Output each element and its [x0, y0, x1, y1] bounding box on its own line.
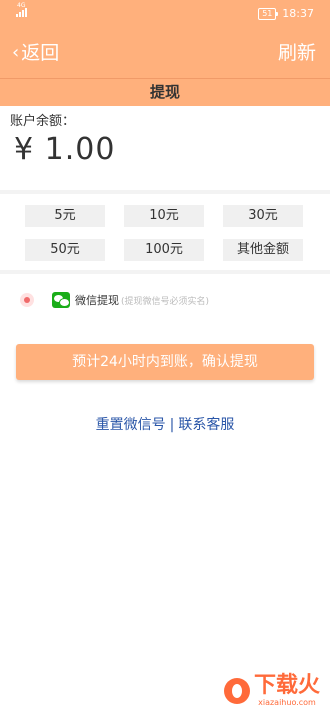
section-divider: [0, 190, 330, 194]
refresh-button[interactable]: 刷新: [278, 41, 316, 65]
section-divider: [0, 270, 330, 274]
amount-options: 5元 10元 30元 50元 100元 其他金额: [25, 205, 305, 261]
chevron-left-icon: ‹: [12, 42, 20, 63]
wechat-icon: [52, 292, 70, 308]
balance-value: ¥ 1.00: [14, 132, 116, 167]
balance-label: 账户余额：: [10, 114, 76, 129]
withdraw-page: 4G 51 18:37 ‹ 返回 刷新 提现 账户余额： ¥ 1.00 5元 1…: [0, 0, 330, 715]
battery-icon: 51: [258, 7, 279, 20]
reset-wechat-link[interactable]: 重置微信号: [96, 417, 166, 433]
flame-logo-icon: [223, 678, 250, 704]
amount-option-100[interactable]: 100元: [124, 239, 204, 261]
watermark: 下载火 xiazaihuo.com: [223, 673, 320, 707]
back-label: 返回: [21, 42, 60, 64]
status-time: 18:37: [282, 7, 314, 20]
footer-links: 重置微信号 | 联系客服: [0, 414, 330, 434]
link-separator: |: [169, 417, 175, 433]
amount-option-30[interactable]: 30元: [223, 205, 303, 227]
amount-option-10[interactable]: 10元: [124, 205, 204, 227]
page-title: 提现: [0, 78, 330, 106]
withdraw-method-row: 微信提现 (提现微信号必须实名): [20, 292, 209, 308]
back-button[interactable]: ‹ 返回: [12, 41, 59, 65]
signal-icon: [16, 8, 27, 17]
status-bar: 4G 51 18:37: [0, 0, 330, 28]
watermark-main: 下载火: [253, 673, 320, 698]
amount-option-50[interactable]: 50元: [25, 239, 105, 261]
app-bar: ‹ 返回 刷新: [0, 28, 330, 78]
method-note: (提现微信号必须实名): [121, 296, 210, 307]
contact-service-link[interactable]: 联系客服: [178, 417, 234, 433]
watermark-sub: xiazaihuo.com: [258, 698, 316, 707]
confirm-withdraw-button[interactable]: 预计24小时内到账，确认提现: [16, 344, 314, 380]
amount-option-5[interactable]: 5元: [25, 205, 105, 227]
method-radio[interactable]: [20, 293, 34, 307]
method-name: 微信提现: [75, 294, 119, 307]
amount-option-other[interactable]: 其他金额: [223, 239, 303, 261]
